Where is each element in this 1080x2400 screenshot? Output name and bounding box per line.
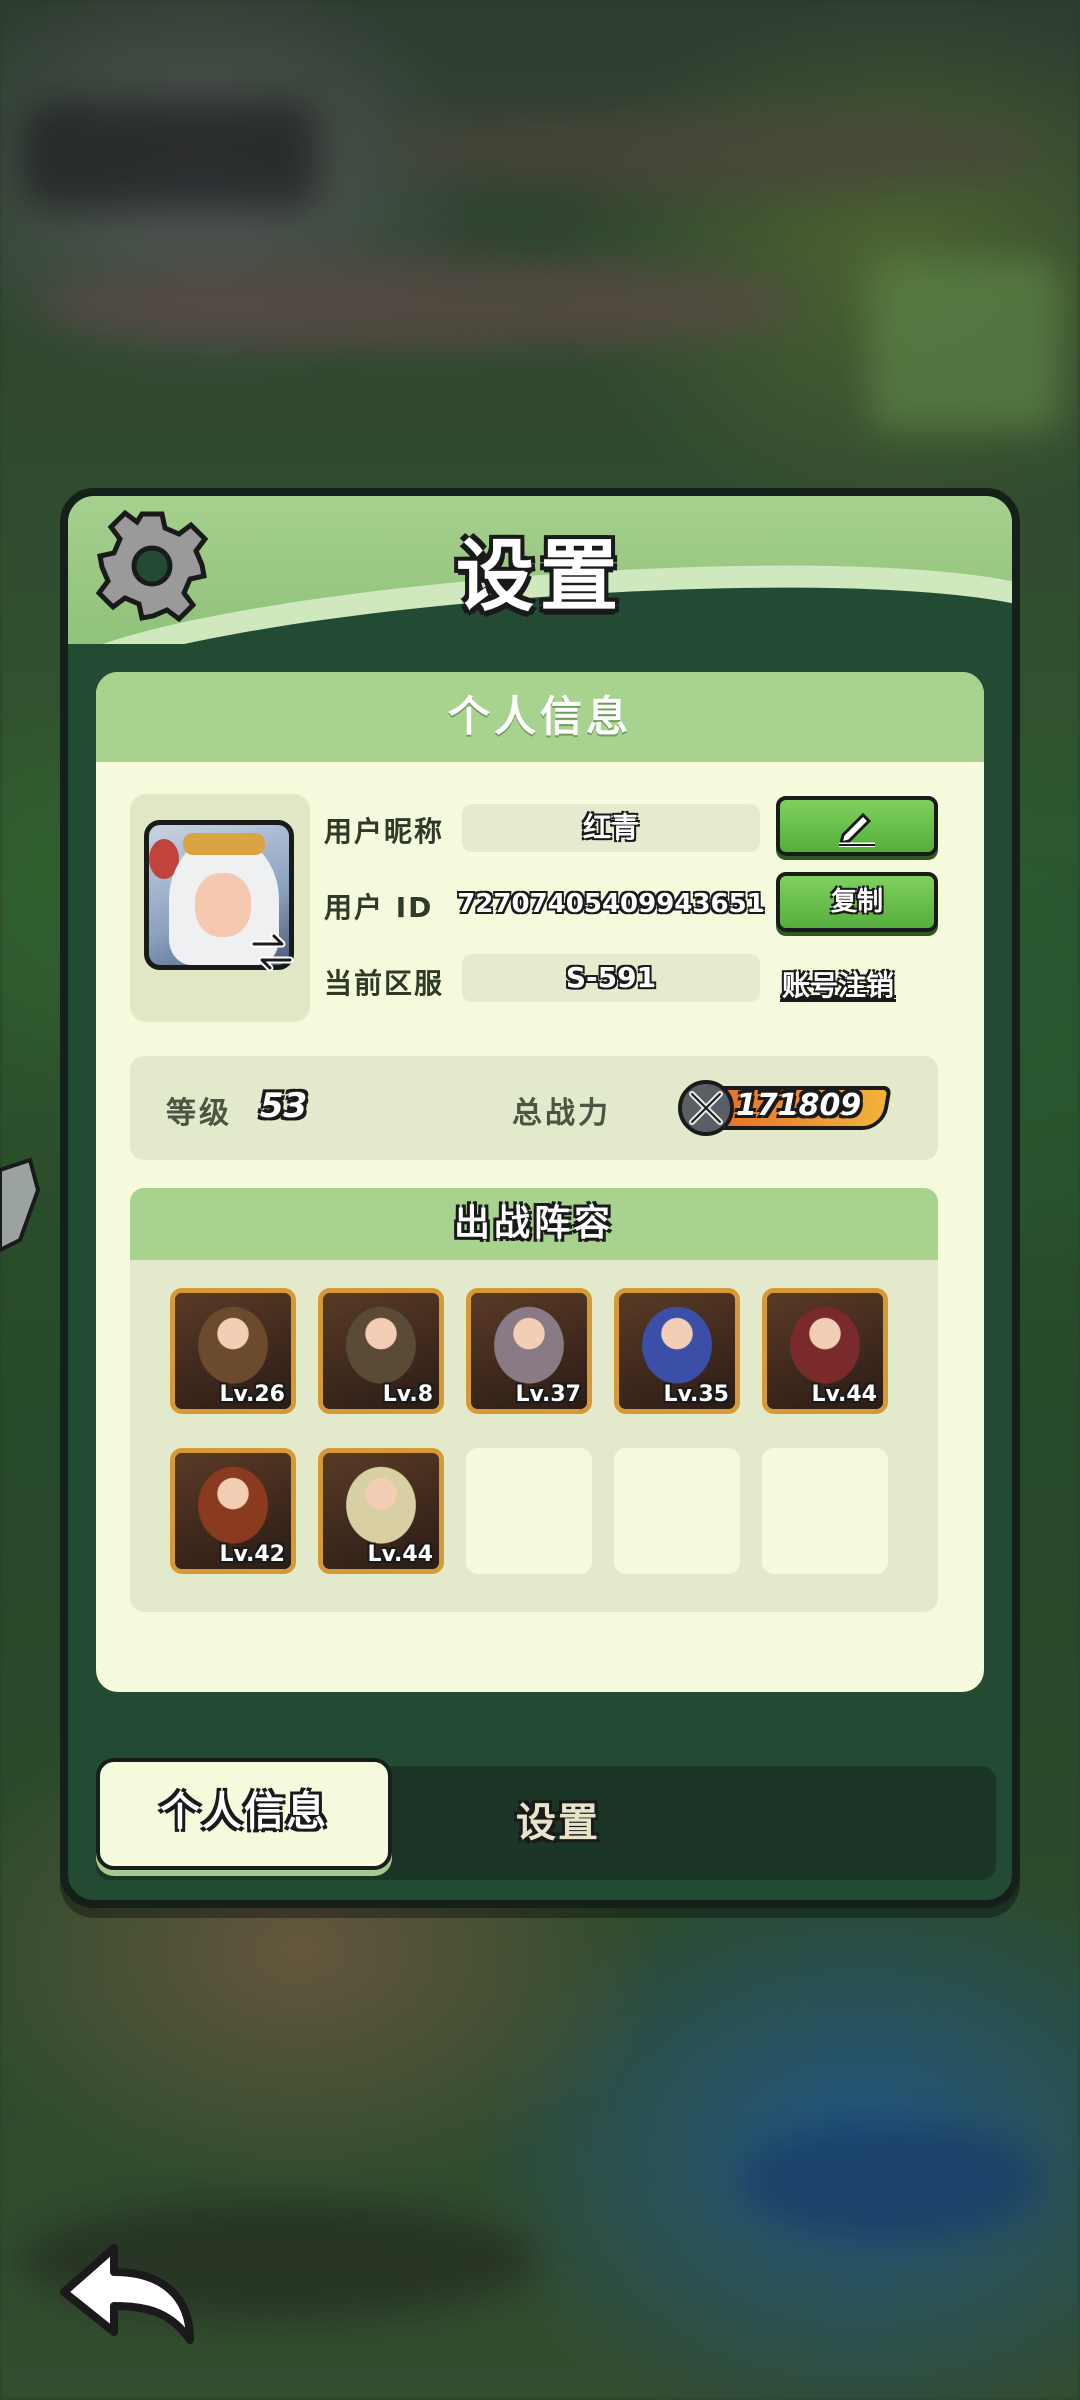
hero-slot[interactable]: Lv.26 [170, 1288, 296, 1414]
power-badge: 171809 [678, 1080, 908, 1136]
level-label: 等级 [166, 1096, 232, 1131]
hero-level: Lv.26 [219, 1382, 285, 1407]
hero-slot[interactable]: Lv.8 [318, 1288, 444, 1414]
hero-slot[interactable]: Lv.37 [466, 1288, 592, 1414]
crossed-swords-icon [678, 1080, 734, 1136]
back-arrow-icon[interactable] [52, 2232, 202, 2352]
tab-bar: 个人信息 设置 [96, 1758, 996, 1880]
swap-arrows-icon[interactable] [250, 932, 294, 972]
tab-settings[interactable]: 设置 [516, 1766, 600, 1880]
hero-slot[interactable]: Lv.42 [170, 1448, 296, 1574]
hero-level: Lv.42 [219, 1542, 285, 1567]
power-label: 总战力 [512, 1096, 611, 1131]
side-character-icon [0, 1157, 40, 1253]
battle-lineup: 出战阵容 Lv.26 Lv.8 Lv.37 Lv.35 Lv.44 Lv.42 Lv.44 [130, 1188, 938, 1612]
dialog-header: 设置 [68, 496, 1012, 644]
edit-nickname-button[interactable] [776, 796, 938, 856]
pencil-icon [838, 812, 875, 847]
hero-level: Lv.8 [382, 1382, 433, 1407]
tab-profile[interactable]: 个人信息 [96, 1758, 392, 1870]
hero-slot[interactable]: Lv.44 [762, 1288, 888, 1414]
empty-hero-slot[interactable] [614, 1448, 740, 1574]
server-value: S-591 [462, 954, 760, 1002]
user-id-label: 用户 ID [324, 891, 434, 924]
copy-id-button[interactable]: 复制 [776, 872, 938, 932]
lineup-title: 出战阵容 [130, 1188, 938, 1260]
profile-section-title: 个人信息 [96, 672, 984, 762]
level-value: 53 [260, 1086, 308, 1126]
hero-level: Lv.37 [515, 1382, 581, 1407]
avatar-container[interactable] [130, 794, 310, 1022]
hero-level: Lv.44 [367, 1542, 433, 1567]
empty-hero-slot[interactable] [466, 1448, 592, 1574]
nickname-value: 红青 [462, 804, 760, 852]
user-id-value: 72707405409943651 [457, 889, 765, 919]
hero-level: Lv.35 [663, 1382, 729, 1407]
power-value: 171809 [736, 1088, 862, 1123]
hero-slot[interactable]: Lv.35 [614, 1288, 740, 1414]
hero-slot[interactable]: Lv.44 [318, 1448, 444, 1574]
empty-hero-slot[interactable] [762, 1448, 888, 1574]
stats-bar: 等级 53 总战力 171809 [130, 1056, 938, 1160]
hero-level: Lv.44 [811, 1382, 877, 1407]
account-deregister-link[interactable]: 账号注销 [782, 964, 894, 1004]
nickname-label: 用户昵称 [324, 815, 445, 848]
settings-dialog: 设置 个人信息 用户昵称 红青 用户 ID 72707405409943651 … [60, 488, 1020, 1908]
dialog-title: 设置 [455, 532, 624, 622]
server-label: 当前区服 [324, 967, 445, 1000]
profile-card: 个人信息 用户昵称 红青 用户 ID 72707405409943651 复制 … [96, 672, 984, 1692]
